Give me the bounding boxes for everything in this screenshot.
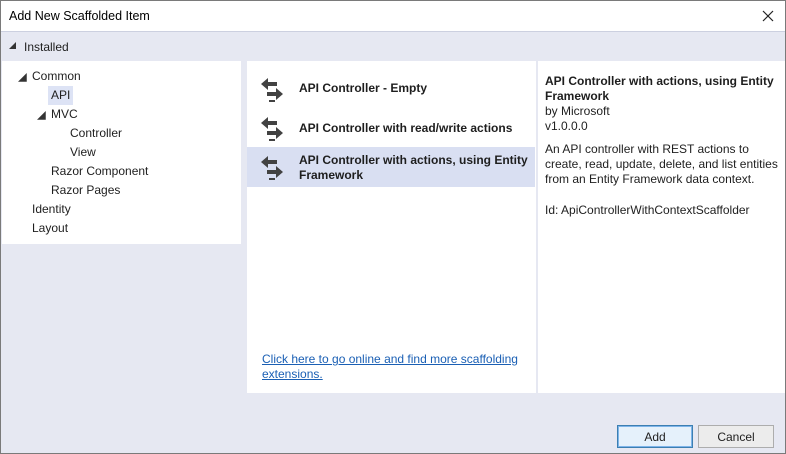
api-controller-icon	[261, 117, 283, 141]
tree-item-mvc[interactable]: MVC	[48, 105, 81, 124]
scaffolder-label-line1: API Controller with actions, using Entit…	[299, 153, 528, 167]
title-bar: Add New Scaffolded Item	[1, 1, 785, 31]
tree-item-view[interactable]: View	[67, 143, 99, 162]
tree-item-razor-pages[interactable]: Razor Pages	[48, 181, 123, 200]
tree-item-layout[interactable]: Layout	[29, 219, 71, 238]
scaffolder-label: API Controller with read/write actions	[299, 121, 513, 135]
details-desc-line2: create, read, update, delete, and list e…	[545, 157, 778, 171]
main-content: Common API MVC Controller View Razor Com…	[1, 61, 785, 393]
expanded-triangle-icon[interactable]	[18, 73, 28, 83]
tree-item-razor-component[interactable]: Razor Component	[48, 162, 151, 181]
details-title-line1: API Controller with actions, using Entit…	[545, 74, 774, 88]
expanded-triangle-icon[interactable]	[37, 111, 47, 121]
window-title: Add New Scaffolded Item	[9, 9, 150, 23]
online-extensions-link[interactable]: Click here to go online and find more sc…	[262, 352, 532, 382]
details-title: API Controller with actions, using Entit…	[545, 74, 780, 104]
list-item-api-controller-empty[interactable]: API Controller - Empty	[247, 69, 535, 109]
dialog-footer: Add Cancel	[1, 393, 785, 453]
add-button[interactable]: Add	[617, 425, 693, 448]
installed-label: Installed	[24, 40, 69, 54]
list-item-api-controller-entity-framework[interactable]: API Controller with actions, using Entit…	[247, 147, 535, 187]
scaffolder-label: API Controller with actions, using Entit…	[299, 153, 528, 183]
details-desc-line1: An API controller with REST actions to	[545, 142, 749, 156]
details-panel: API Controller with actions, using Entit…	[538, 61, 785, 393]
tree-item-controller[interactable]: Controller	[67, 124, 125, 143]
details-desc-line3: from an Entity Framework data context.	[545, 172, 755, 186]
scaffolder-label-line2: Framework	[299, 168, 364, 182]
details-description: An API controller with REST actions to c…	[545, 142, 781, 187]
expanded-triangle-icon	[9, 42, 16, 49]
tree-item-common[interactable]: Common	[29, 67, 84, 86]
close-button[interactable]	[757, 5, 779, 27]
online-link-line1: Click here to go online and find more sc…	[262, 352, 518, 366]
details-author: by Microsoft	[545, 104, 610, 118]
api-controller-icon	[261, 78, 283, 102]
details-version: v1.0.0.0	[545, 119, 588, 133]
installed-header[interactable]: Installed	[1, 31, 785, 61]
details-title-line2: Framework	[545, 89, 610, 103]
dialog-window: Add New Scaffolded Item Installed Common…	[0, 0, 786, 454]
list-item-api-controller-read-write[interactable]: API Controller with read/write actions	[247, 109, 535, 147]
tree-item-identity[interactable]: Identity	[29, 200, 74, 219]
scaffolder-label: API Controller - Empty	[299, 81, 428, 95]
api-controller-icon	[261, 156, 283, 180]
cancel-button[interactable]: Cancel	[698, 425, 774, 448]
details-id: Id: ApiControllerWithContextScaffolder	[545, 203, 750, 217]
close-icon	[762, 10, 774, 22]
online-link-line2: extensions.	[262, 367, 323, 381]
scaffolder-list: API Controller - Empty API Controller wi…	[247, 61, 536, 393]
category-tree: Common API MVC Controller View Razor Com…	[2, 61, 241, 244]
tree-item-api[interactable]: API	[48, 86, 74, 105]
